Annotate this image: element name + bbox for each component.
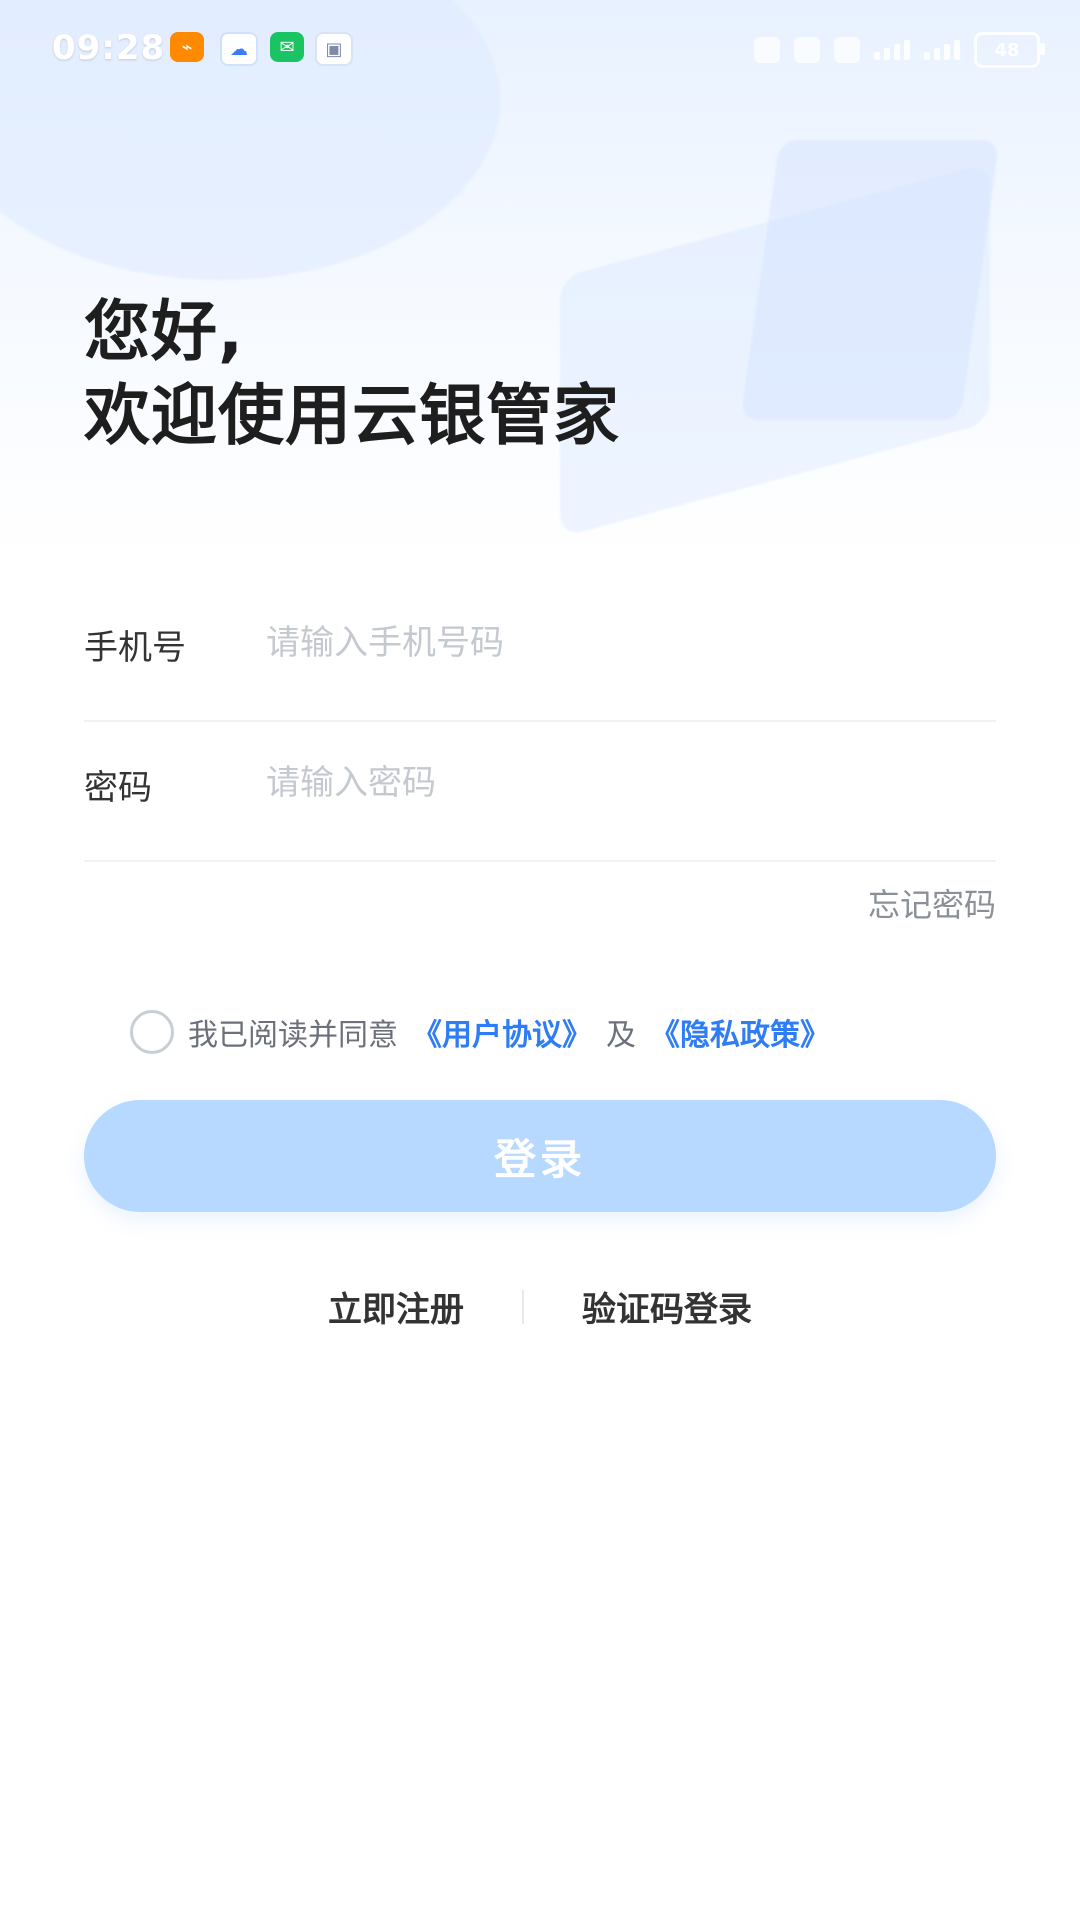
privacy-policy-link[interactable]: 《隐私政策》: [650, 1010, 830, 1054]
wechat-icon: ✉: [270, 32, 304, 62]
battery-icon: 48: [974, 32, 1045, 68]
phone-input[interactable]: [264, 612, 968, 674]
divider: [522, 1289, 524, 1324]
phone-row: 手机号: [84, 580, 996, 722]
sms-login-link[interactable]: 验证码登录: [582, 1282, 752, 1331]
password-input[interactable]: [264, 752, 968, 814]
agreement-checkbox[interactable]: [130, 1010, 174, 1054]
register-now-link[interactable]: 立即注册: [328, 1282, 464, 1331]
forgot-password-link[interactable]: 忘记密码: [868, 880, 996, 926]
greeting-line-1: 您好,: [84, 293, 245, 370]
status-icons: 48: [754, 32, 1045, 68]
user-agreement-link[interactable]: 《用户协议》: [412, 1010, 592, 1054]
login-button[interactable]: 登录: [84, 1100, 996, 1212]
signal-icon: [874, 40, 910, 60]
password-label: 密码: [84, 768, 152, 808]
notification-app-icon: ☁: [220, 32, 258, 66]
password-row: 密码: [84, 720, 996, 862]
notification-app-icon: ▣: [315, 32, 353, 66]
phone-label: 手机号: [84, 628, 186, 668]
agreement-text: 我已阅读并同意: [188, 1018, 398, 1053]
status-time: 09:28: [52, 28, 166, 68]
battery-level: 48: [994, 39, 1020, 61]
bluetooth-icon: [794, 37, 820, 63]
mute-icon: [834, 37, 860, 63]
nfc-icon: [754, 37, 780, 63]
notification-app-icon: ⌁: [170, 32, 204, 62]
greeting: 您好, 欢迎使用云银管家: [84, 290, 620, 458]
bottom-links: 立即注册 验证码登录: [0, 1282, 1080, 1331]
agreement: 我已阅读并同意 《用户协议》 及 《隐私政策》: [130, 1010, 830, 1054]
signal-icon: [924, 40, 960, 60]
greeting-line-2: 欢迎使用云银管家: [84, 377, 620, 454]
status-bar: 09:28 ⌁ ☁ ✉ ▣ 48: [0, 0, 1080, 110]
agreement-and: 及: [606, 1018, 636, 1053]
